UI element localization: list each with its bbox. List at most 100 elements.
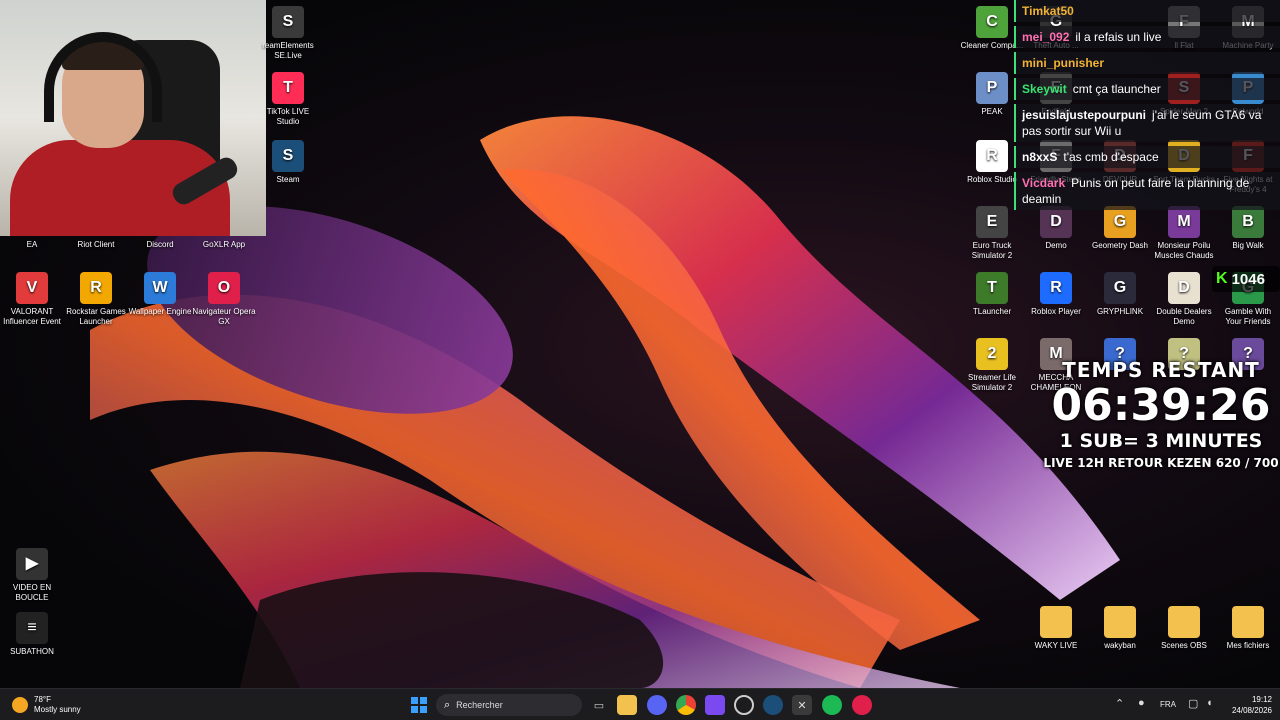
desktop-icon[interactable]: EA <box>0 237 64 250</box>
desktop-icon[interactable]: 2 Streamer Life Simulator 2 <box>960 338 1024 393</box>
desktop-icon[interactable]: T TLauncher <box>960 272 1024 317</box>
desktop-icon[interactable]: W Wallpaper Engine <box>128 272 192 317</box>
desktop-icon-label: Geometry Dash <box>1091 241 1149 250</box>
chat-username: Vicdark <box>1022 176 1066 190</box>
volume-icon[interactable]: ◖ <box>1206 697 1213 709</box>
desktop-icon[interactable]: O Navigateur Opera GX <box>192 272 256 327</box>
search-placeholder: Rechercher <box>456 700 503 710</box>
desktop-icon-label: Euro Truck Simulator 2 <box>971 241 1013 260</box>
folder-icon[interactable]: wakyban <box>1088 606 1152 651</box>
desktop-icon-label: TikTok LIVE Studio <box>266 107 310 126</box>
chrome-icon[interactable] <box>676 695 696 715</box>
webcam-overlay <box>0 0 266 236</box>
desktop-icon[interactable]: ≡ SUBATHON <box>0 612 64 657</box>
start-button[interactable] <box>409 695 429 715</box>
timer-title: TEMPS RESTANT <box>1062 358 1260 382</box>
app-icon: R <box>1040 272 1072 304</box>
network-icon[interactable]: ▢ <box>1188 697 1198 710</box>
desktop-icon[interactable]: E Euro Truck Simulator 2 <box>960 206 1024 261</box>
desktop-icon[interactable]: V VALORANT Influencer Event <box>0 272 64 327</box>
app-grid-icon[interactable] <box>705 695 725 715</box>
clock[interactable]: 19:12 24/08/2026 <box>1222 694 1272 716</box>
task-view-icon[interactable]: ▭ <box>589 695 609 715</box>
chat-message: Timkat50 <box>1014 0 1280 22</box>
desktop-icon[interactable]: Discord <box>128 237 192 250</box>
steam-taskbar-icon[interactable] <box>763 695 783 715</box>
xbox-icon[interactable]: ✕ <box>792 695 812 715</box>
desktop-icon-label: Demo <box>1045 241 1067 250</box>
desktop-icon-label: VIDEO EN BOUCLE <box>12 583 52 602</box>
folder-icon[interactable]: Scenes OBS <box>1152 606 1216 651</box>
weather-widget[interactable]: 78°F Mostly sunny <box>12 694 81 716</box>
desktop-icon[interactable]: SreamElements SE.Live <box>256 6 320 61</box>
desktop-icon-label: Rockstar Games Launcher <box>66 307 126 326</box>
desktop-icon-label: VALORANT Influencer Event <box>3 307 61 326</box>
spotify-icon[interactable] <box>822 695 842 715</box>
desktop-icon[interactable]: T TikTok LIVE Studio <box>256 72 320 127</box>
timer-time: 06:39:26 <box>1051 380 1271 431</box>
desktop-icon[interactable]: GoXLR App <box>192 237 256 250</box>
desktop-icon[interactable]: ▶ VIDEO EN BOUCLE <box>0 548 64 603</box>
search-icon: ⌕ <box>444 698 451 711</box>
chat-text: il a refais un live <box>1075 30 1162 44</box>
windows-icon <box>411 697 427 713</box>
discord-icon[interactable] <box>647 695 667 715</box>
mic-tray-icon[interactable]: ● <box>1138 697 1145 709</box>
desktop: EA Riot Client Discord GoXLR App V VALORANT I… <box>0 0 1280 720</box>
app-icon <box>1104 606 1136 638</box>
desktop-icon-label: Streamer Life Simulator 2 <box>967 373 1017 392</box>
kick-viewer-count: 1046 <box>1231 270 1265 288</box>
desktop-icon[interactable]: D Double Dealers Demo <box>1152 272 1216 327</box>
desktop-icon-label: GoXLR App <box>202 240 246 249</box>
app-icon: W <box>144 272 176 304</box>
weather-temp: 78°F <box>34 695 51 704</box>
desktop-icon-label: Riot Client <box>77 240 115 249</box>
app-icon: O <box>208 272 240 304</box>
desktop-icon-label: TLauncher <box>972 307 1012 316</box>
clock-time: 19:12 <box>1251 695 1272 704</box>
desktop-icon[interactable]: S Steam <box>256 140 320 185</box>
chat-text: t'as cmb d'espace <box>1063 150 1159 164</box>
app-icon: R <box>80 272 112 304</box>
weather-desc: Mostly sunny <box>34 705 81 714</box>
opera-gx-icon[interactable] <box>852 695 872 715</box>
search-box[interactable]: ⌕ Rechercher <box>436 694 582 716</box>
desktop-icon[interactable]: G GRYPHLINK <box>1088 272 1152 317</box>
desktop-icon[interactable]: M Monsieur Poilu Muscles Chauds <box>1152 206 1216 261</box>
desktop-icon-label: Gamble With Your Friends <box>1224 307 1272 326</box>
chat-username: Skeywit <box>1022 82 1067 96</box>
chat-message: Skeywit cmt ça tlauncher <box>1014 78 1280 100</box>
tray-chevron-icon[interactable]: ⌃ <box>1115 697 1124 710</box>
chat-text: cmt ça tlauncher <box>1072 82 1161 96</box>
desktop-icon-label: reamElements SE.Live <box>262 41 314 60</box>
app-icon: G <box>1104 272 1136 304</box>
chat-overlay: Timkat50 mei_092 il a refais un live mini_p… <box>1014 0 1280 214</box>
desktop-icon-label: Roblox Player <box>1031 307 1081 316</box>
file-explorer-icon[interactable] <box>617 695 637 715</box>
app-icon: S <box>272 140 304 172</box>
chat-username: n8xxS <box>1022 150 1058 164</box>
kick-viewer-badge: K 1046 <box>1212 266 1280 292</box>
desktop-icon-label: Discord <box>146 240 174 249</box>
folder-icon[interactable]: WAKY LIVE <box>1024 606 1088 651</box>
taskbar: 78°F Mostly sunny ⌕ Rechercher ▭ ✕ ⌃ ● F… <box>0 688 1280 720</box>
desktop-icon[interactable]: Riot Client <box>64 237 128 250</box>
chat-message: n8xxS t'as cmb d'espace <box>1014 146 1280 168</box>
timer-goal: LIVE 12H RETOUR KEZEN 620 / 700 <box>1043 456 1279 470</box>
app-icon: T <box>976 272 1008 304</box>
app-icon: P <box>976 72 1008 104</box>
chat-message: jesuislajustepourpuni j'ai le seum GTA6 v… <box>1014 104 1280 142</box>
app-icon <box>1040 606 1072 638</box>
desktop-icon-label: EA <box>26 240 38 249</box>
obs-icon[interactable] <box>734 695 754 715</box>
desktop-icon[interactable]: R Rockstar Games Launcher <box>64 272 128 327</box>
folder-icon[interactable]: Mes fichiers <box>1216 606 1280 651</box>
desktop-icon-label: WAKY LIVE <box>1034 641 1078 650</box>
language-indicator[interactable]: FRA <box>1160 700 1176 709</box>
desktop-icon[interactable]: R Roblox Player <box>1024 272 1088 317</box>
app-icon: S <box>272 6 304 38</box>
app-icon: 2 <box>976 338 1008 370</box>
subathon-timer: TEMPS RESTANT 06:39:26 1 SUB= 3 MINUTES … <box>1032 358 1280 470</box>
desktop-icon-label: Double Dealers Demo <box>1156 307 1212 326</box>
clock-date: 24/08/2026 <box>1231 706 1272 715</box>
